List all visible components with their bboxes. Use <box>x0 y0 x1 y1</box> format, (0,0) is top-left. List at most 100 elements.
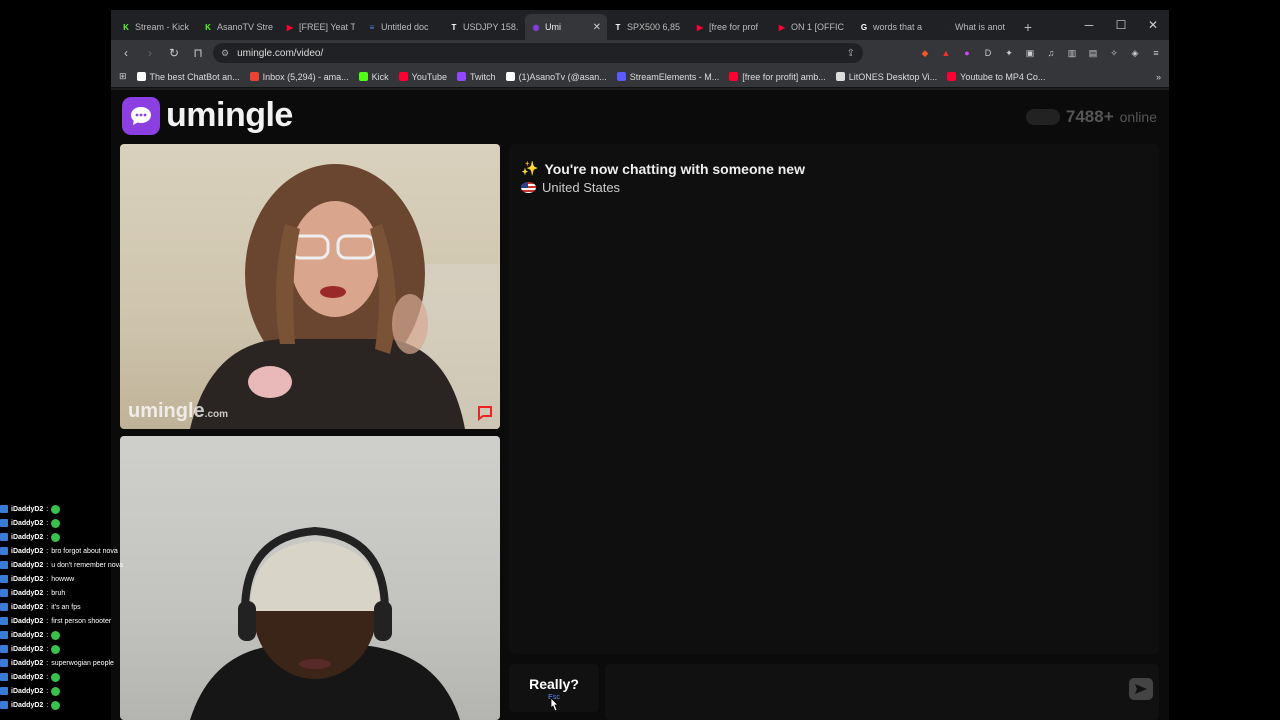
bookmark-label: StreamElements - M... <box>629 71 720 82</box>
stream-chat-message: iDaddyD2: <box>0 502 140 516</box>
back-icon[interactable]: ‹ <box>117 44 135 62</box>
browser-tab[interactable]: ◉ Umi ✕ <box>525 14 607 40</box>
bookmark-item[interactable]: Inbox (5,294) - ama... <box>249 72 349 82</box>
forward-icon[interactable]: › <box>141 44 159 62</box>
minimize-icon[interactable]: ─ <box>1073 10 1105 40</box>
stranger-country: United States <box>521 180 620 195</box>
browser-tab[interactable]: Gwords that a <box>853 14 935 40</box>
mouse-cursor-icon <box>550 697 559 712</box>
stream-chat-message: iDaddyD2: <box>0 628 140 642</box>
bookmark-favicon-icon <box>136 72 146 81</box>
browser-tab[interactable]: ▶ ON 1 [OFFIC <box>771 14 853 40</box>
chat-badge-icon <box>0 533 8 541</box>
chat-badge-icon <box>0 519 8 527</box>
chat-username: iDaddyD2 <box>11 617 44 625</box>
leo-icon[interactable]: ✧ <box>1107 46 1121 60</box>
chat-badge-icon <box>0 547 8 555</box>
chat-separator: : <box>46 701 49 709</box>
screenshot-icon[interactable]: ▣ <box>1023 46 1037 60</box>
new-tab-button[interactable]: + <box>1017 14 1039 40</box>
chat-username: iDaddyD2 <box>11 533 44 541</box>
site-info-icon[interactable]: ⚙ <box>221 48 229 59</box>
chat-username: iDaddyD2 <box>11 701 44 709</box>
bookmark-item[interactable]: The best ChatBot an... <box>136 72 240 82</box>
extension-d-icon[interactable]: D <box>981 46 995 60</box>
chat-username: iDaddyD2 <box>11 505 44 513</box>
vpn-icon[interactable]: ◈ <box>1128 46 1142 60</box>
tab-favicon-icon: ▶ <box>778 22 786 32</box>
chat-badge-icon <box>0 701 8 709</box>
share-icon[interactable]: ⇪ <box>847 48 855 59</box>
browser-tab[interactable]: K AsanoTV Stre <box>197 14 279 40</box>
bookmark-favicon-icon <box>616 72 626 81</box>
us-flag-icon <box>521 182 536 193</box>
apps-icon[interactable]: ⊞ <box>119 71 127 82</box>
tab-favicon-icon: ▶ <box>286 22 294 32</box>
address-bar[interactable]: ⚙ umingle.com/video/ ⇪ <box>213 43 863 63</box>
browser-tab[interactable]: K Stream - Kick <box>115 14 197 40</box>
send-icon <box>1135 684 1147 694</box>
bookmark-favicon-icon <box>835 72 845 81</box>
chat-username: iDaddyD2 <box>11 645 44 653</box>
chat-username: iDaddyD2 <box>11 687 44 695</box>
bookmark-item[interactable]: Twitch <box>457 72 496 82</box>
stream-chat-message: iDaddyD2: <box>0 642 140 656</box>
wallet-icon[interactable]: ▤ <box>1086 46 1100 60</box>
browser-tab[interactable]: ▶ [FREE] Yeat T <box>279 14 361 40</box>
chat-badge-icon <box>0 631 8 639</box>
chat-emote-icon <box>51 644 61 654</box>
bookmark-item[interactable]: StreamElements - M... <box>616 71 720 82</box>
extension-u-icon[interactable]: ● <box>960 46 974 60</box>
more-bookmarks-icon[interactable]: » <box>1156 72 1161 82</box>
bookmark-favicon-icon <box>505 72 515 81</box>
report-flag-icon[interactable] <box>476 405 494 421</box>
brave-shield-icon[interactable]: ◆ <box>918 46 932 60</box>
browser-tab[interactable]: h What is anot <box>935 14 1017 40</box>
message-input[interactable] <box>605 664 1159 720</box>
bookmark-item[interactable]: Youtube to MP4 Co... <box>947 72 1045 82</box>
site-logo[interactable]: umingle <box>122 96 293 135</box>
bookmark-label: YouTube <box>411 71 448 82</box>
stream-chat-message: iDaddyD2: u don't remember nova <box>0 558 140 572</box>
chat-badge-icon <box>0 645 8 653</box>
tab-favicon-icon: K <box>123 22 129 32</box>
chat-username: iDaddyD2 <box>11 673 44 681</box>
bookmark-item[interactable]: LitONES Desktop Vi... <box>835 72 937 82</box>
menu-icon[interactable]: ≡ <box>1149 46 1163 60</box>
extensions-puzzle-icon[interactable]: ✦ <box>1002 46 1016 60</box>
bookmark-item[interactable]: YouTube <box>398 71 448 82</box>
bookmarks-bar: ⊞ The best ChatBot an... Inbox (5,294) - … <box>111 66 1169 88</box>
tab-favicon-icon: ▶ <box>696 22 704 32</box>
chat-separator: : <box>46 631 49 639</box>
close-window-icon[interactable]: ✕ <box>1137 10 1169 40</box>
chat-message-text: superwogian people <box>51 659 114 667</box>
browser-tab[interactable]: ▶ [free for prof <box>689 14 771 40</box>
chat-badge-icon <box>0 617 8 625</box>
sparkle-icon: ✨ <box>521 160 539 176</box>
chat-emote-icon <box>51 630 61 640</box>
mode-toggle[interactable] <box>1025 109 1060 125</box>
bookmark-favicon-icon <box>457 72 467 81</box>
brand-name: umingle <box>166 96 293 134</box>
maximize-icon[interactable]: ☐ <box>1105 10 1137 40</box>
bookmark-icon[interactable]: ⊓ <box>189 44 207 62</box>
tab-favicon-icon: h <box>943 22 949 32</box>
stream-chat-message: iDaddyD2: <box>0 516 140 530</box>
browser-tab[interactable]: T SPX500 6,85 <box>607 14 689 40</box>
bookmark-item[interactable]: (1)AsanoTv (@asan... <box>505 72 607 82</box>
browser-tab[interactable]: T USDJPY 158. <box>443 14 525 40</box>
close-tab-icon[interactable]: ✕ <box>593 22 601 33</box>
chat-username: iDaddyD2 <box>11 561 44 569</box>
rewards-icon[interactable]: ▲ <box>939 46 953 60</box>
sidebar-icon[interactable]: ▥ <box>1065 46 1079 60</box>
chat-message-text: u don't remember nova <box>51 561 124 569</box>
browser-tab[interactable]: ≡ Untitled doc <box>361 14 443 40</box>
bookmark-item[interactable]: Kick <box>358 72 389 82</box>
reload-icon[interactable]: ↻ <box>165 44 183 62</box>
stream-chat-message: iDaddyD2: <box>0 684 140 698</box>
media-icon[interactable]: ♫ <box>1044 46 1058 60</box>
bookmark-item[interactable]: [free for profit] amb... <box>729 72 826 82</box>
tab-label: Umi <box>545 22 561 32</box>
tab-label: SPX500 6,85 <box>627 22 681 32</box>
send-button[interactable] <box>1129 678 1153 700</box>
